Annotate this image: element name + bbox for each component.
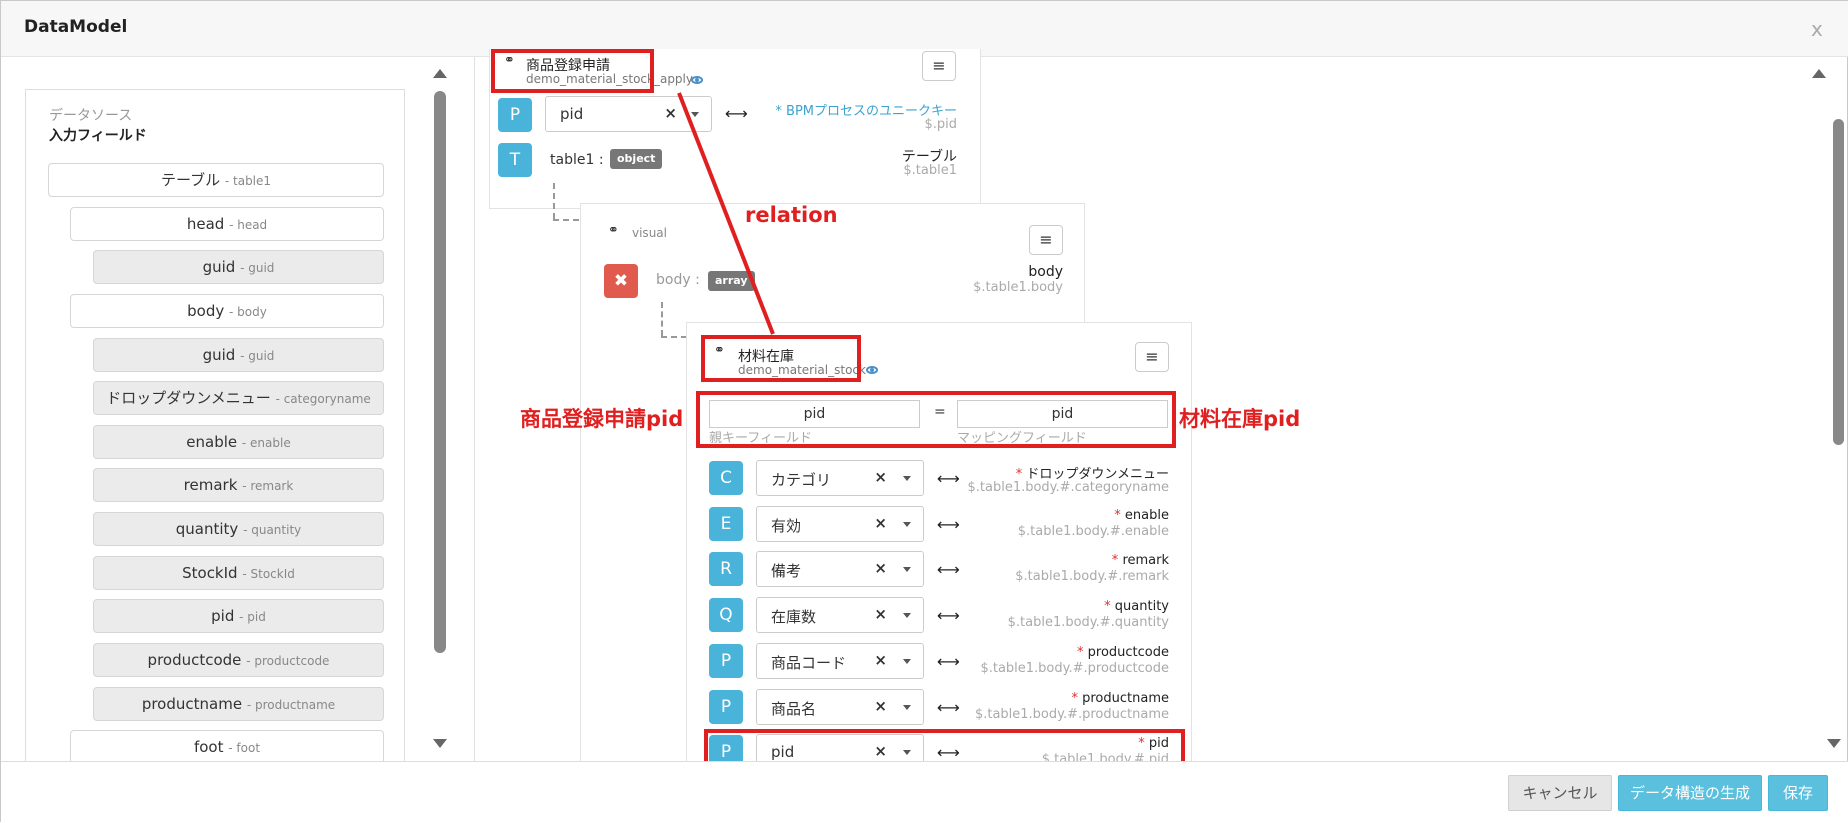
annotation-relation: relation [745,203,838,227]
annotation-right-pid: 材料在庫pid [1179,407,1301,431]
cancel-button[interactable]: キャンセル [1508,775,1612,811]
datamodel-dialog: DataModel x データソース 入力フィールド テーブル - table1… [0,0,1848,823]
dialog-footer: キャンセル データ構造の生成 保存 [1,761,1848,823]
relation-line [677,92,775,335]
annotation-left-pid: 商品登録申請pid [520,407,684,431]
generate-structure-button[interactable]: データ構造の生成 [1618,775,1762,811]
save-button[interactable]: 保存 [1768,775,1828,811]
